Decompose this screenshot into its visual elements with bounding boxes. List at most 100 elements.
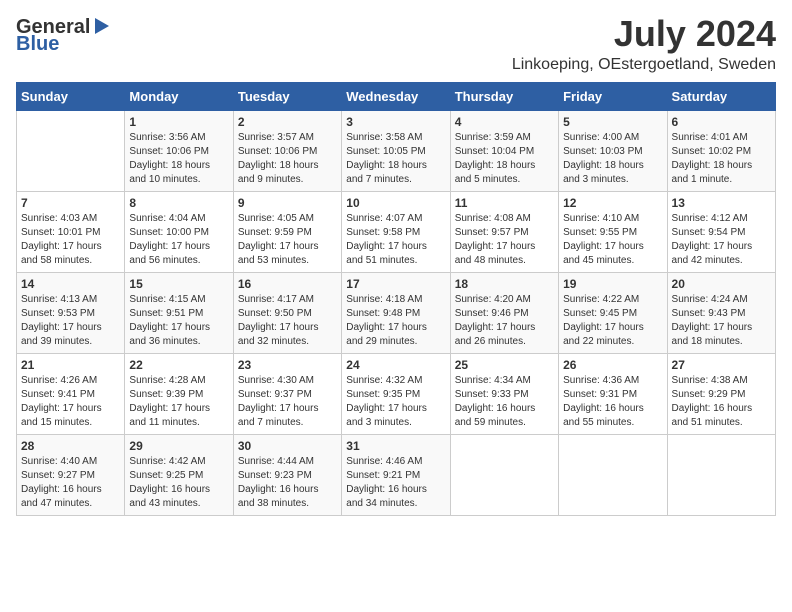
calendar-cell: [450, 435, 558, 516]
day-detail: Sunrise: 4:18 AMSunset: 9:48 PMDaylight:…: [346, 293, 445, 349]
calendar-cell: 23Sunrise: 4:30 AMSunset: 9:37 PMDayligh…: [233, 354, 341, 435]
calendar-week-row: 28 Sunrise: 4:40 AMSunset: 9:27 PMDayligh…: [17, 435, 776, 516]
day-number: 24: [346, 358, 445, 372]
day-detail: Sunrise: 4:40 AMSunset: 9:27 PMDaylight:…: [21, 455, 120, 511]
col-header-thursday: Thursday: [450, 83, 558, 111]
day-number: 26: [563, 358, 662, 372]
day-number: 29: [129, 439, 228, 453]
day-number: 11: [455, 196, 554, 210]
day-number: 27: [672, 358, 771, 372]
col-header-saturday: Saturday: [667, 83, 775, 111]
calendar-cell: 13 Sunrise: 4:12 AMSunset: 9:54 PMDayligh…: [667, 192, 775, 273]
calendar-cell: 8Sunrise: 4:04 AMSunset: 10:00 PMDayligh…: [125, 192, 233, 273]
calendar-cell: 1 Sunrise: 3:56 AMSunset: 10:06 PMDayligh…: [125, 111, 233, 192]
calendar-cell: 29 Sunrise: 4:42 AMSunset: 9:25 PMDayligh…: [125, 435, 233, 516]
month-year-title: July 2024: [512, 16, 776, 52]
calendar-cell: 3 Sunrise: 3:58 AMSunset: 10:05 PMDayligh…: [342, 111, 450, 192]
day-detail: Sunrise: 4:38 AMSunset: 9:29 PMDaylight:…: [672, 374, 771, 430]
calendar-cell: 15 Sunrise: 4:15 AMSunset: 9:51 PMDayligh…: [125, 273, 233, 354]
calendar-cell: 6Sunrise: 4:01 AMSunset: 10:02 PMDayligh…: [667, 111, 775, 192]
day-number: 4: [455, 115, 554, 129]
calendar-cell: 14 Sunrise: 4:13 AMSunset: 9:53 PMDayligh…: [17, 273, 125, 354]
day-detail: Sunrise: 4:15 AMSunset: 9:51 PMDaylight:…: [129, 293, 228, 349]
day-number: 18: [455, 277, 554, 291]
day-number: 15: [129, 277, 228, 291]
calendar-cell: 19Sunrise: 4:22 AMSunset: 9:45 PMDayligh…: [559, 273, 667, 354]
calendar-cell: [17, 111, 125, 192]
calendar-cell: 4 Sunrise: 3:59 AMSunset: 10:04 PMDayligh…: [450, 111, 558, 192]
day-number: 19: [563, 277, 662, 291]
day-detail: Sunrise: 4:26 AMSunset: 9:41 PMDaylight:…: [21, 374, 120, 430]
day-detail: Sunrise: 3:58 AMSunset: 10:05 PMDaylight…: [346, 131, 445, 187]
day-detail: Sunrise: 3:56 AMSunset: 10:06 PMDaylight…: [129, 131, 228, 187]
calendar-cell: 18 Sunrise: 4:20 AMSunset: 9:46 PMDayligh…: [450, 273, 558, 354]
day-detail: Sunrise: 3:59 AMSunset: 10:04 PMDaylight…: [455, 131, 554, 187]
calendar-cell: 28 Sunrise: 4:40 AMSunset: 9:27 PMDayligh…: [17, 435, 125, 516]
calendar-cell: 27 Sunrise: 4:38 AMSunset: 9:29 PMDayligh…: [667, 354, 775, 435]
day-number: 12: [563, 196, 662, 210]
day-detail: Sunrise: 4:34 AMSunset: 9:33 PMDaylight:…: [455, 374, 554, 430]
day-detail: Sunrise: 4:04 AMSunset: 10:00 PMDaylight…: [129, 212, 228, 268]
day-number: 2: [238, 115, 337, 129]
calendar-week-row: 1 Sunrise: 3:56 AMSunset: 10:06 PMDayligh…: [17, 111, 776, 192]
day-number: 14: [21, 277, 120, 291]
day-detail: Sunrise: 4:01 AMSunset: 10:02 PMDaylight…: [672, 131, 771, 187]
day-number: 5: [563, 115, 662, 129]
day-number: 22: [129, 358, 228, 372]
day-detail: Sunrise: 4:10 AMSunset: 9:55 PMDaylight:…: [563, 212, 662, 268]
day-number: 13: [672, 196, 771, 210]
calendar-cell: [667, 435, 775, 516]
logo: General Blue: [16, 16, 111, 56]
calendar-cell: 12 Sunrise: 4:10 AMSunset: 9:55 PMDayligh…: [559, 192, 667, 273]
calendar-week-row: 21 Sunrise: 4:26 AMSunset: 9:41 PMDayligh…: [17, 354, 776, 435]
calendar-table: SundayMondayTuesdayWednesdayThursdayFrid…: [16, 82, 776, 516]
calendar-cell: 31Sunrise: 4:46 AMSunset: 9:21 PMDayligh…: [342, 435, 450, 516]
day-detail: Sunrise: 4:07 AMSunset: 9:58 PMDaylight:…: [346, 212, 445, 268]
page-header: General Blue July 2024 Linkoeping, OEste…: [16, 16, 776, 74]
calendar-cell: 16 Sunrise: 4:17 AMSunset: 9:50 PMDayligh…: [233, 273, 341, 354]
day-detail: Sunrise: 4:03 AMSunset: 10:01 PMDaylight…: [21, 212, 120, 268]
calendar-cell: 24Sunrise: 4:32 AMSunset: 9:35 PMDayligh…: [342, 354, 450, 435]
day-detail: Sunrise: 4:46 AMSunset: 9:21 PMDaylight:…: [346, 455, 445, 511]
calendar-cell: 30Sunrise: 4:44 AMSunset: 9:23 PMDayligh…: [233, 435, 341, 516]
day-detail: Sunrise: 4:17 AMSunset: 9:50 PMDaylight:…: [238, 293, 337, 349]
calendar-week-row: 7 Sunrise: 4:03 AMSunset: 10:01 PMDayligh…: [17, 192, 776, 273]
day-number: 9: [238, 196, 337, 210]
col-header-monday: Monday: [125, 83, 233, 111]
calendar-cell: 5 Sunrise: 4:00 AMSunset: 10:03 PMDayligh…: [559, 111, 667, 192]
day-detail: Sunrise: 3:57 AMSunset: 10:06 PMDaylight…: [238, 131, 337, 187]
calendar-cell: [559, 435, 667, 516]
calendar-header-row: SundayMondayTuesdayWednesdayThursdayFrid…: [17, 83, 776, 111]
day-detail: Sunrise: 4:00 AMSunset: 10:03 PMDaylight…: [563, 131, 662, 187]
calendar-cell: 10Sunrise: 4:07 AMSunset: 9:58 PMDayligh…: [342, 192, 450, 273]
col-header-tuesday: Tuesday: [233, 83, 341, 111]
day-detail: Sunrise: 4:05 AMSunset: 9:59 PMDaylight:…: [238, 212, 337, 268]
calendar-cell: 9 Sunrise: 4:05 AMSunset: 9:59 PMDaylight…: [233, 192, 341, 273]
day-number: 28: [21, 439, 120, 453]
calendar-cell: 7 Sunrise: 4:03 AMSunset: 10:01 PMDayligh…: [17, 192, 125, 273]
col-header-wednesday: Wednesday: [342, 83, 450, 111]
logo-arrow-icon: [91, 16, 111, 36]
calendar-cell: 21 Sunrise: 4:26 AMSunset: 9:41 PMDayligh…: [17, 354, 125, 435]
day-detail: Sunrise: 4:36 AMSunset: 9:31 PMDaylight:…: [563, 374, 662, 430]
logo-blue-text: Blue: [16, 33, 59, 56]
col-header-friday: Friday: [559, 83, 667, 111]
day-number: 7: [21, 196, 120, 210]
day-detail: Sunrise: 4:12 AMSunset: 9:54 PMDaylight:…: [672, 212, 771, 268]
day-number: 21: [21, 358, 120, 372]
day-number: 16: [238, 277, 337, 291]
day-detail: Sunrise: 4:20 AMSunset: 9:46 PMDaylight:…: [455, 293, 554, 349]
day-detail: Sunrise: 4:42 AMSunset: 9:25 PMDaylight:…: [129, 455, 228, 511]
calendar-cell: 11Sunrise: 4:08 AMSunset: 9:57 PMDayligh…: [450, 192, 558, 273]
calendar-week-row: 14 Sunrise: 4:13 AMSunset: 9:53 PMDayligh…: [17, 273, 776, 354]
calendar-cell: 22 Sunrise: 4:28 AMSunset: 9:39 PMDayligh…: [125, 354, 233, 435]
day-detail: Sunrise: 4:44 AMSunset: 9:23 PMDaylight:…: [238, 455, 337, 511]
day-number: 1: [129, 115, 228, 129]
day-detail: Sunrise: 4:28 AMSunset: 9:39 PMDaylight:…: [129, 374, 228, 430]
day-number: 23: [238, 358, 337, 372]
calendar-cell: 26 Sunrise: 4:36 AMSunset: 9:31 PMDayligh…: [559, 354, 667, 435]
day-detail: Sunrise: 4:13 AMSunset: 9:53 PMDaylight:…: [21, 293, 120, 349]
day-number: 3: [346, 115, 445, 129]
calendar-cell: 17Sunrise: 4:18 AMSunset: 9:48 PMDayligh…: [342, 273, 450, 354]
header-title-block: July 2024 Linkoeping, OEstergoetland, Sw…: [512, 16, 776, 74]
